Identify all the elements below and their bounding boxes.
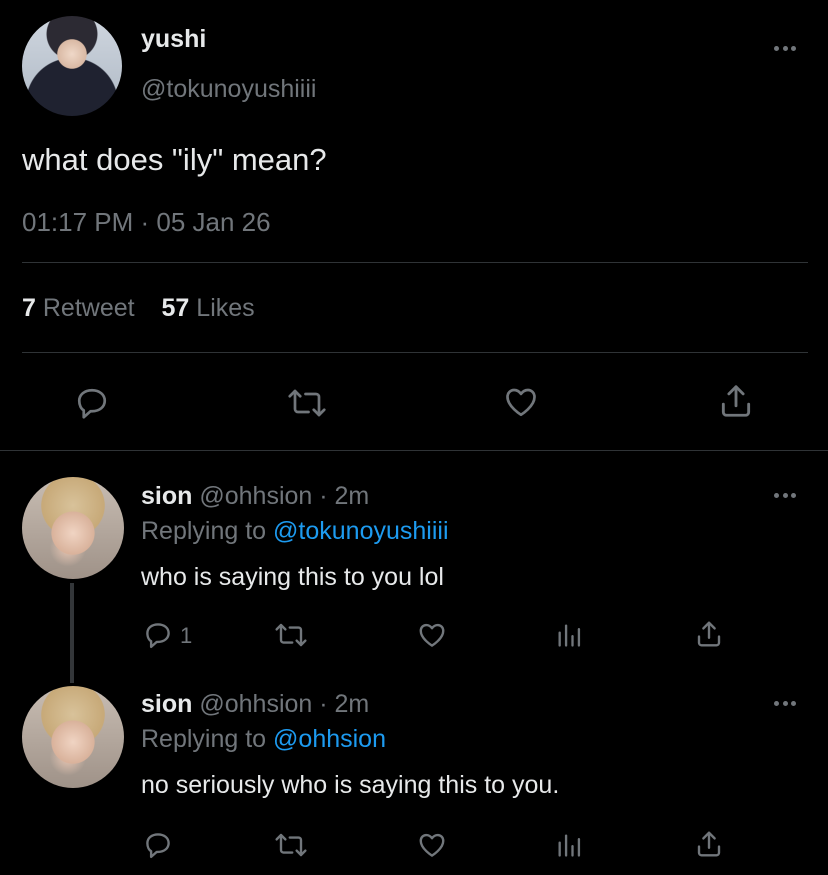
author-handle-time[interactable]: @ohhsion · 2m: [199, 482, 369, 510]
share-icon[interactable]: [694, 618, 724, 650]
heart-icon[interactable]: [502, 384, 540, 420]
retweet-icon[interactable]: [287, 385, 327, 421]
reply-icon[interactable]: [143, 620, 173, 650]
retweet-icon[interactable]: [274, 830, 308, 860]
replying-to-prefix: Replying to: [141, 517, 267, 545]
replying-to-handle[interactable]: @ohhsion: [273, 725, 386, 753]
reply-text: who is saying this to you lol: [141, 563, 444, 591]
likes-label: Likes: [196, 294, 255, 322]
stats-row: 7 Retweet 57 Likes: [22, 294, 255, 323]
divider: [22, 262, 808, 263]
more-icon[interactable]: [774, 45, 796, 51]
divider: [22, 352, 808, 353]
replying-to: Replying to @ohhsion: [141, 725, 386, 754]
thread-line: [70, 583, 74, 683]
tweet-text: what does "ily" mean?: [22, 142, 327, 177]
author-name[interactable]: sion: [141, 690, 192, 718]
share-icon[interactable]: [717, 382, 755, 420]
replying-to-prefix: Replying to: [141, 725, 267, 753]
reply-text: no seriously who is saying this to you.: [141, 771, 560, 799]
avatar[interactable]: [22, 686, 124, 788]
avatar[interactable]: [22, 16, 122, 116]
reply-header: sion @ohhsion · 2m: [141, 482, 369, 511]
retweet-count: 7: [22, 294, 36, 322]
retweet-label: Retweet: [42, 294, 135, 322]
timestamp[interactable]: 01:17 PM · 05 Jan 26: [22, 207, 271, 238]
share-icon[interactable]: [694, 828, 724, 860]
avatar[interactable]: [22, 477, 124, 579]
likes-count: 57: [161, 294, 190, 322]
retweet-stat[interactable]: 7 Retweet: [22, 294, 142, 322]
more-icon[interactable]: [774, 700, 796, 706]
reply-icon[interactable]: [74, 385, 110, 421]
replying-to: Replying to @tokunoyushiiii: [141, 517, 449, 546]
author-name[interactable]: yushi: [141, 25, 206, 54]
heart-icon[interactable]: [416, 620, 448, 650]
divider: [0, 450, 828, 451]
reply-count: 1: [180, 623, 193, 648]
author-name[interactable]: sion: [141, 482, 192, 510]
author-handle-time[interactable]: @ohhsion · 2m: [199, 690, 369, 718]
author-handle[interactable]: @tokunoyushiiii: [141, 75, 316, 104]
reply-header: sion @ohhsion · 2m: [141, 690, 369, 719]
analytics-icon[interactable]: [555, 620, 583, 650]
replying-to-handle[interactable]: @tokunoyushiiii: [273, 517, 448, 545]
likes-stat[interactable]: 57 Likes: [162, 294, 255, 322]
reply-icon[interactable]: [143, 830, 173, 860]
more-icon[interactable]: [774, 492, 796, 498]
retweet-icon[interactable]: [274, 620, 308, 650]
analytics-icon[interactable]: [555, 830, 583, 860]
heart-icon[interactable]: [416, 830, 448, 860]
